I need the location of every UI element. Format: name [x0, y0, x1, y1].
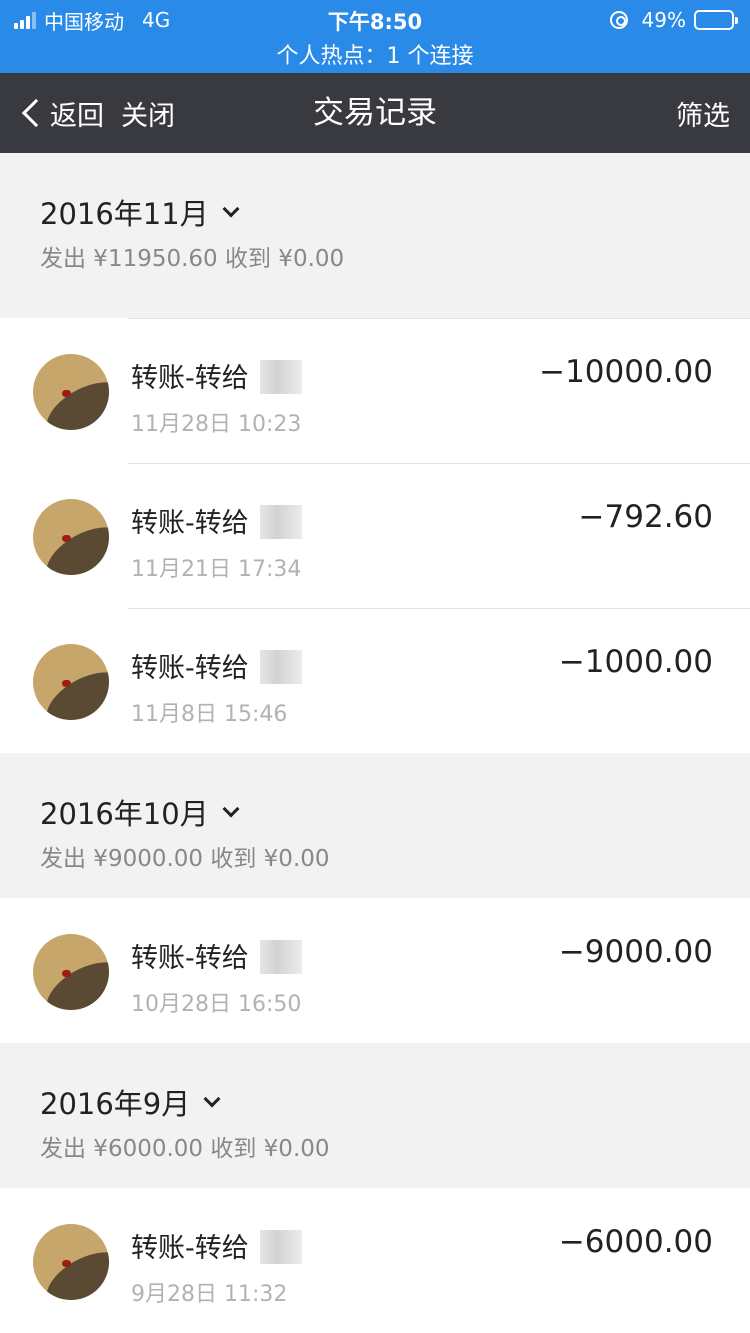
transaction-row[interactable]: 转账-转给 10月28日 16:50 −9000.00 — [0, 898, 750, 1043]
redacted-name — [260, 1230, 302, 1264]
month-summary: 发出 ¥11950.60 收到 ¥0.00 — [40, 246, 345, 272]
divider — [128, 463, 750, 464]
transaction-title: 转账-转给 — [131, 943, 249, 974]
status-right: 49% — [609, 6, 738, 34]
page-title: 交易记录 — [313, 95, 437, 131]
transaction-amount: −9000.00 — [558, 934, 713, 970]
month-header[interactable]: 2016年9月 发出 ¥6000.00 收到 ¥0.00 — [0, 1043, 750, 1188]
nav-bar: 返回 关闭 交易记录 筛选 — [0, 73, 750, 153]
transaction-title: 转账-转给 — [131, 363, 249, 394]
transaction-row[interactable]: 转账-转给 9月28日 11:32 −6000.00 — [0, 1188, 750, 1333]
month-title-text: 2016年10月 — [40, 797, 209, 831]
transaction-amount: −6000.00 — [558, 1224, 713, 1260]
avatar — [33, 644, 109, 720]
status-bar: 中国移动 4G 下午8:50 49% 个人热点：1 个连接 — [0, 0, 750, 73]
battery-icon — [694, 10, 738, 30]
transaction-time: 11月28日 10:23 — [131, 412, 302, 437]
transaction-title: 转账-转给 — [131, 1233, 249, 1264]
filter-button[interactable]: 筛选 — [676, 73, 730, 153]
redacted-name — [260, 940, 302, 974]
divider — [128, 608, 750, 609]
month-title-text: 2016年11月 — [40, 197, 209, 231]
transaction-time: 11月21日 17:34 — [131, 557, 302, 582]
transaction-row[interactable]: 转账-转给 11月8日 15:46 −1000.00 — [0, 608, 750, 753]
transaction-row[interactable]: 转账-转给 11月21日 17:34 −792.60 — [0, 463, 750, 608]
transaction-time: 10月28日 16:50 — [131, 992, 302, 1017]
month-header[interactable]: 2016年11月 发出 ¥11950.60 收到 ¥0.00 — [0, 153, 750, 298]
avatar — [33, 934, 109, 1010]
month-summary: 发出 ¥9000.00 收到 ¥0.00 — [40, 846, 330, 872]
avatar — [33, 499, 109, 575]
transaction-amount: −10000.00 — [539, 354, 713, 390]
transaction-amount: −1000.00 — [558, 644, 713, 680]
month-title[interactable]: 2016年9月 — [40, 1081, 221, 1123]
redacted-name — [260, 650, 302, 684]
month-summary: 发出 ¥6000.00 收到 ¥0.00 — [40, 1136, 330, 1162]
transaction-amount: −792.60 — [578, 499, 713, 535]
month-title[interactable]: 2016年11月 — [40, 191, 240, 233]
chevron-down-icon — [203, 1090, 221, 1108]
transaction-title: 转账-转给 — [131, 653, 249, 684]
avatar — [33, 354, 109, 430]
divider — [128, 318, 750, 319]
transaction-row[interactable]: 转账-转给 11月28日 10:23 −10000.00 — [0, 318, 750, 463]
transaction-title: 转账-转给 — [131, 508, 249, 539]
orientation-lock-icon — [609, 11, 628, 29]
redacted-name — [260, 360, 302, 394]
redacted-name — [260, 505, 302, 539]
hotspot-banner[interactable]: 个人热点：1 个连接 — [0, 38, 750, 70]
month-title-text: 2016年9月 — [40, 1087, 191, 1121]
chevron-down-icon — [222, 200, 240, 218]
avatar — [33, 1224, 109, 1300]
month-title[interactable]: 2016年10月 — [40, 791, 240, 833]
transaction-time: 11月8日 15:46 — [131, 702, 288, 727]
transaction-time: 9月28日 11:32 — [131, 1282, 288, 1307]
chevron-down-icon — [222, 800, 240, 818]
battery-percent: 49% — [641, 8, 686, 32]
month-header[interactable]: 2016年10月 发出 ¥9000.00 收到 ¥0.00 — [0, 753, 750, 898]
